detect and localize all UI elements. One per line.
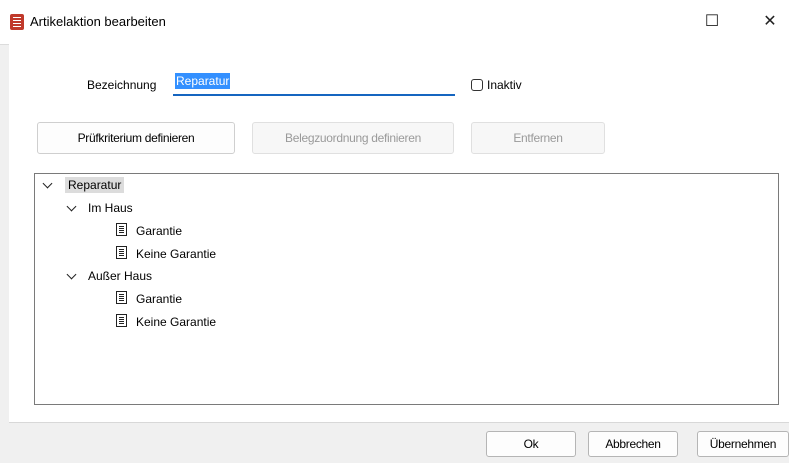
tree-node-root[interactable]: Reparatur: [65, 177, 125, 193]
chevron-down-icon[interactable]: [66, 201, 77, 212]
bezeichnung-input[interactable]: Reparatur: [173, 73, 455, 96]
window-title: Artikelaktion bearbeiten: [30, 14, 166, 29]
inaktiv-label[interactable]: Inaktiv: [487, 78, 522, 92]
tree-node-item[interactable]: Keine Garantie: [136, 247, 216, 261]
bezeichnung-value: Reparatur: [175, 73, 231, 89]
ok-button[interactable]: Ok: [486, 431, 576, 457]
inaktiv-checkbox[interactable]: [471, 79, 483, 91]
tree-node-group[interactable]: Außer Haus: [88, 269, 152, 283]
belegzuordnung-definieren-button[interactable]: Belegzuordnung definieren: [252, 122, 454, 154]
chevron-down-icon[interactable]: [66, 269, 77, 280]
tree-node-label: Außer Haus: [88, 269, 153, 283]
action-tree[interactable]: Reparatur Im Haus Garantie Keine Garanti…: [34, 173, 779, 405]
tree-node-item[interactable]: Garantie: [136, 292, 182, 306]
entfernen-button[interactable]: Entfernen: [471, 122, 605, 154]
chevron-down-icon[interactable]: [42, 178, 53, 189]
tree-node-label: Garantie: [136, 292, 183, 306]
tree-node-group[interactable]: Im Haus: [88, 201, 133, 215]
document-icon: [116, 223, 127, 236]
tree-node-label: Garantie: [136, 224, 183, 238]
tree-node-label: Keine Garantie: [136, 247, 217, 261]
maximize-button[interactable]: ☐: [700, 10, 724, 34]
tree-node-label: Im Haus: [88, 201, 133, 215]
pruefkriterium-definieren-button[interactable]: Prüfkriterium definieren: [37, 122, 235, 154]
tree-node-label: Reparatur: [65, 177, 125, 193]
uebernehmen-button[interactable]: Übernehmen: [697, 431, 789, 457]
bezeichnung-label: Bezeichnung: [87, 78, 157, 92]
abbrechen-button[interactable]: Abbrechen: [588, 431, 678, 457]
close-button[interactable]: ✕: [758, 10, 782, 34]
title-bar: Artikelaktion bearbeiten ☐ ✕: [0, 0, 789, 45]
tree-node-item[interactable]: Keine Garantie: [136, 315, 216, 329]
app-icon: [10, 14, 24, 30]
tree-node-item[interactable]: Garantie: [136, 224, 182, 238]
tree-node-label: Keine Garantie: [136, 315, 217, 329]
document-icon: [116, 246, 127, 259]
document-icon: [116, 314, 127, 327]
document-icon: [116, 291, 127, 304]
